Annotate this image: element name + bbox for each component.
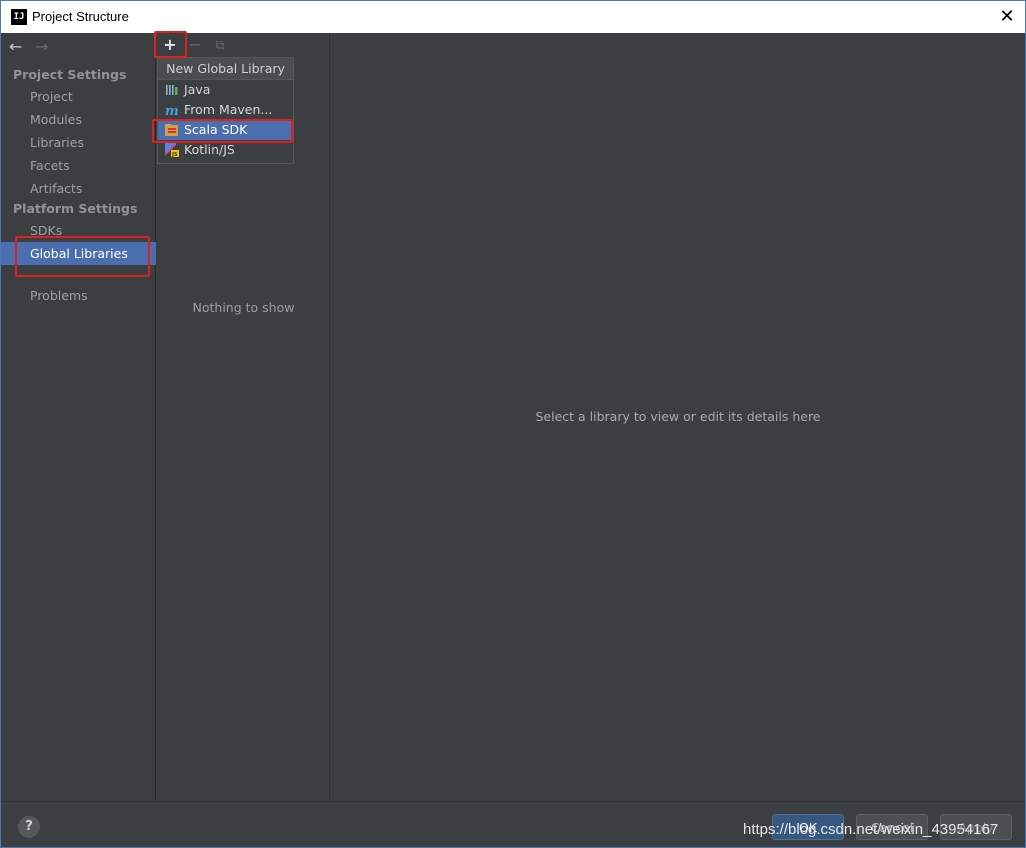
cancel-button[interactable]: Cancel	[856, 814, 928, 840]
apply-button[interactable]: Apply	[940, 814, 1012, 840]
sidebar-item-problems[interactable]: Problems	[1, 284, 156, 307]
add-icon[interactable]: +	[160, 35, 180, 55]
popup-item-from-maven[interactable]: m From Maven...	[158, 100, 293, 120]
sidebar-item-facets[interactable]: Facets	[1, 154, 156, 177]
ok-button[interactable]: OK	[772, 814, 844, 840]
popup-item-scala-sdk[interactable]: Scala SDK	[158, 120, 293, 140]
popup-item-label: From Maven...	[184, 102, 273, 117]
sidebar-item-sdks[interactable]: SDKs	[1, 219, 156, 242]
popup-item-label: Scala SDK	[184, 122, 248, 137]
sidebar-item-project[interactable]: Project	[1, 85, 156, 108]
settings-sidebar: ← → Project Settings Project Modules Libr…	[1, 33, 156, 801]
copy-icon[interactable]: ⧉	[210, 35, 230, 55]
sidebar-item-libraries[interactable]: Libraries	[1, 131, 156, 154]
java-library-icon	[166, 85, 178, 95]
popup-item-java[interactable]: Java	[158, 80, 293, 100]
popup-header: New Global Library	[158, 58, 293, 80]
details-placeholder: Select a library to view or edit its det…	[535, 409, 821, 424]
close-icon[interactable]: ✕	[995, 5, 1019, 29]
sidebar-item-modules[interactable]: Modules	[1, 108, 156, 131]
title-bar: IJ Project Structure ✕	[1, 1, 1025, 33]
new-global-library-popup: New Global Library Java m From Maven...	[157, 57, 294, 164]
forward-arrow-icon[interactable]: →	[35, 38, 55, 56]
popup-item-kotlin-js[interactable]: JS Kotlin/JS	[158, 140, 293, 160]
back-arrow-icon[interactable]: ←	[9, 38, 29, 56]
help-button[interactable]: ?	[18, 816, 40, 838]
dialog-button-bar: ? OK Cancel Apply https://blog.csdn.net/…	[1, 801, 1025, 847]
remove-icon[interactable]: −	[185, 35, 205, 55]
sidebar-item-artifacts[interactable]: Artifacts	[1, 177, 156, 200]
popup-item-label: Java	[184, 82, 211, 97]
sidebar-item-global-libraries[interactable]: Global Libraries	[1, 242, 156, 265]
library-toolbar: + − ⧉	[157, 33, 330, 57]
kotlin-js-icon: JS	[165, 143, 179, 157]
navigation-arrows: ← →	[9, 38, 55, 58]
maven-icon: m	[165, 104, 179, 117]
library-details-panel: Select a library to view or edit its det…	[331, 33, 1025, 801]
platform-settings-heading: Platform Settings	[13, 201, 138, 216]
intellij-logo-icon: IJ	[11, 9, 27, 25]
svg-text:JS: JS	[171, 152, 178, 157]
empty-list-message: Nothing to show	[192, 300, 295, 315]
svg-text:m: m	[165, 104, 179, 117]
popup-item-label: Kotlin/JS	[184, 142, 235, 157]
window-title: Project Structure	[32, 9, 129, 24]
scala-sdk-icon	[165, 124, 178, 136]
project-settings-heading: Project Settings	[13, 67, 127, 82]
project-structure-window: IJ Project Structure ✕ ← → Project Settin…	[0, 0, 1026, 848]
